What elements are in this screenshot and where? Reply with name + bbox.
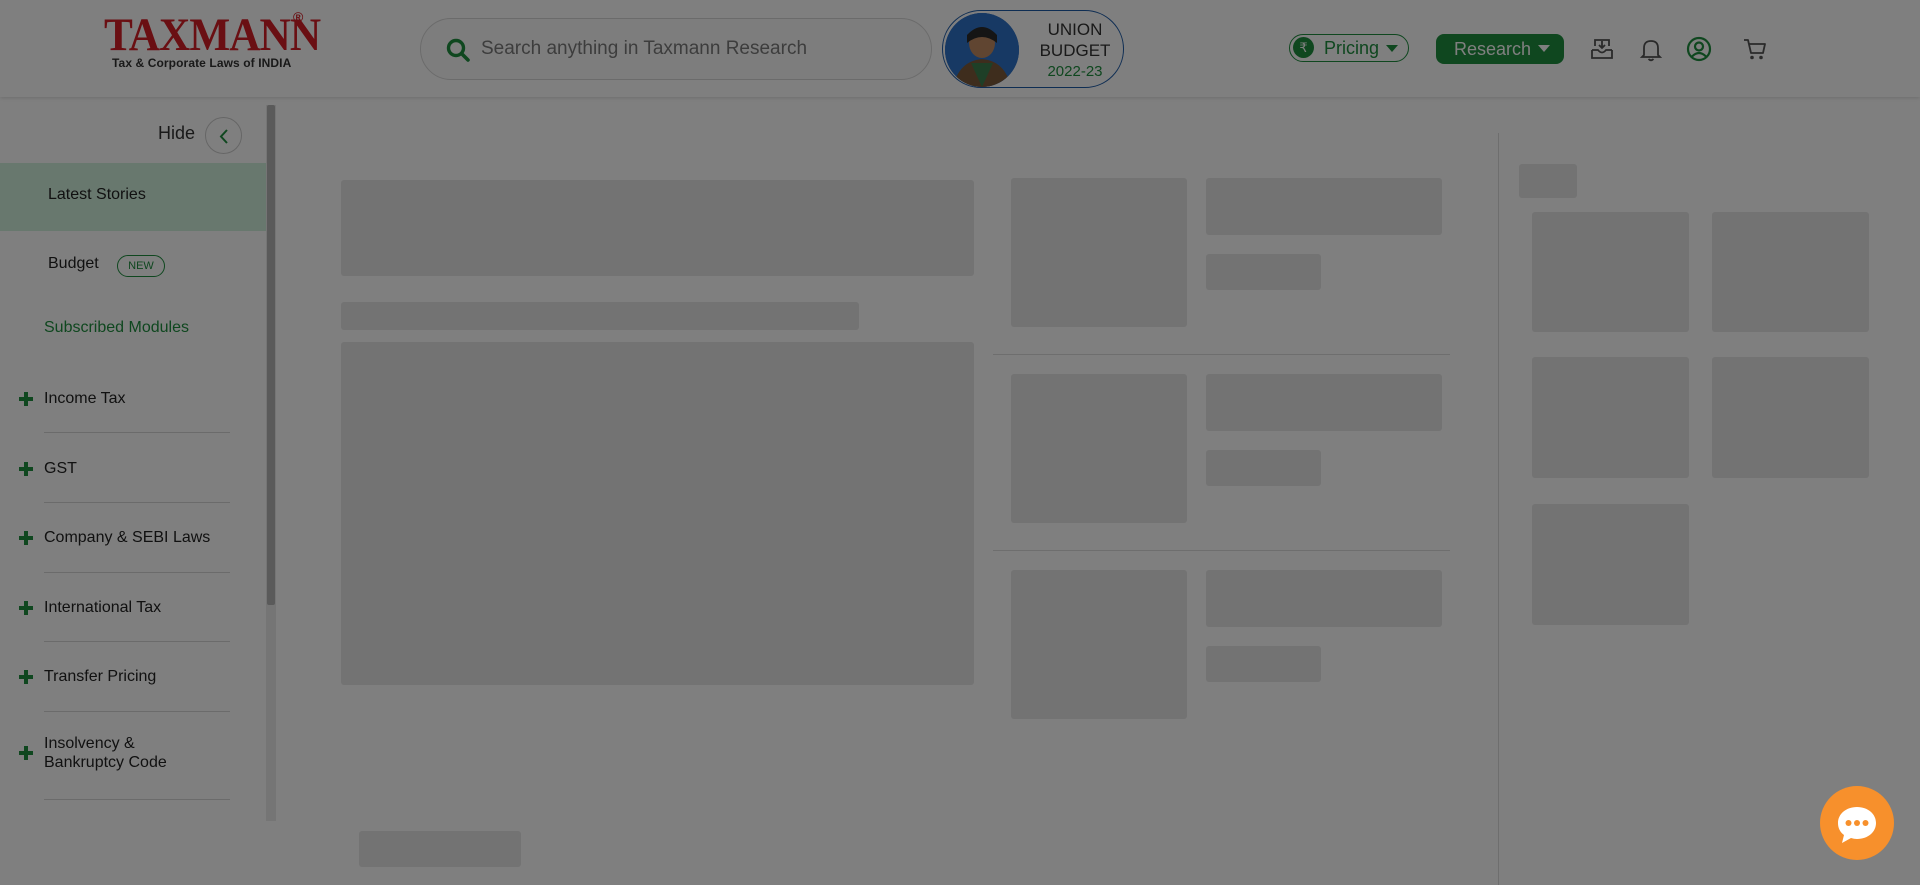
loading-overlay xyxy=(0,0,1920,885)
chat-bubble-icon xyxy=(1838,807,1876,843)
chat-button[interactable] xyxy=(1820,786,1894,860)
